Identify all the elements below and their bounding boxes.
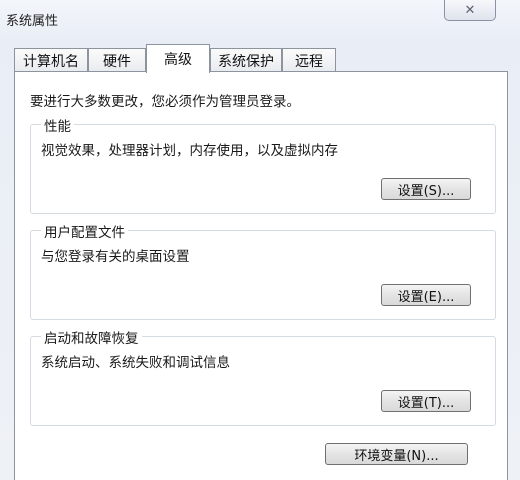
- window-title: 系统属性: [6, 14, 59, 29]
- environment-variables-button[interactable]: 环境变量(N)...: [325, 443, 468, 465]
- user-profiles-label: 用户配置文件: [41, 221, 128, 241]
- performance-label: 性能: [41, 115, 74, 135]
- close-icon: ✕: [464, 2, 476, 18]
- tab-system-protection[interactable]: 系统保护: [210, 48, 282, 72]
- startup-recovery-description: 系统启动、系统失败和调试信息: [41, 355, 230, 371]
- performance-group: 性能 视觉效果，处理器计划，内存使用，以及虚拟内存 设置(S)...: [30, 115, 496, 214]
- startup-recovery-group: 启动和故障恢复 系统启动、系统失败和调试信息 设置(T)...: [30, 327, 496, 426]
- user-profiles-group: 用户配置文件 与您登录有关的桌面设置 设置(E)...: [30, 221, 496, 320]
- close-button[interactable]: ✕: [444, 0, 496, 21]
- user-profiles-description: 与您登录有关的桌面设置: [41, 249, 190, 265]
- startup-recovery-settings-button[interactable]: 设置(T)...: [381, 390, 471, 412]
- tab-remote[interactable]: 远程: [282, 48, 336, 72]
- startup-recovery-label: 启动和故障恢复: [41, 327, 142, 347]
- tab-computer-name[interactable]: 计算机名: [14, 48, 88, 72]
- performance-description: 视觉效果，处理器计划，内存使用，以及虚拟内存: [41, 143, 338, 159]
- tab-bar: 计算机名 硬件 高级 系统保护 远程: [14, 44, 514, 73]
- user-profiles-settings-button[interactable]: 设置(E)...: [381, 284, 471, 306]
- advanced-tab-panel: 要进行大多数更改，您必须作为管理员登录。 性能 视觉效果，处理器计划，内存使用，…: [14, 71, 508, 480]
- admin-notice: 要进行大多数更改，您必须作为管理员登录。: [30, 94, 300, 110]
- performance-settings-button[interactable]: 设置(S)...: [381, 178, 471, 200]
- tab-hardware[interactable]: 硬件: [88, 48, 146, 72]
- tab-advanced[interactable]: 高级: [146, 44, 210, 73]
- system-properties-window: 系统属性 ✕ 计算机名 硬件 高级 系统保护 远程 要进行大多数更改，您必须作为…: [0, 0, 520, 480]
